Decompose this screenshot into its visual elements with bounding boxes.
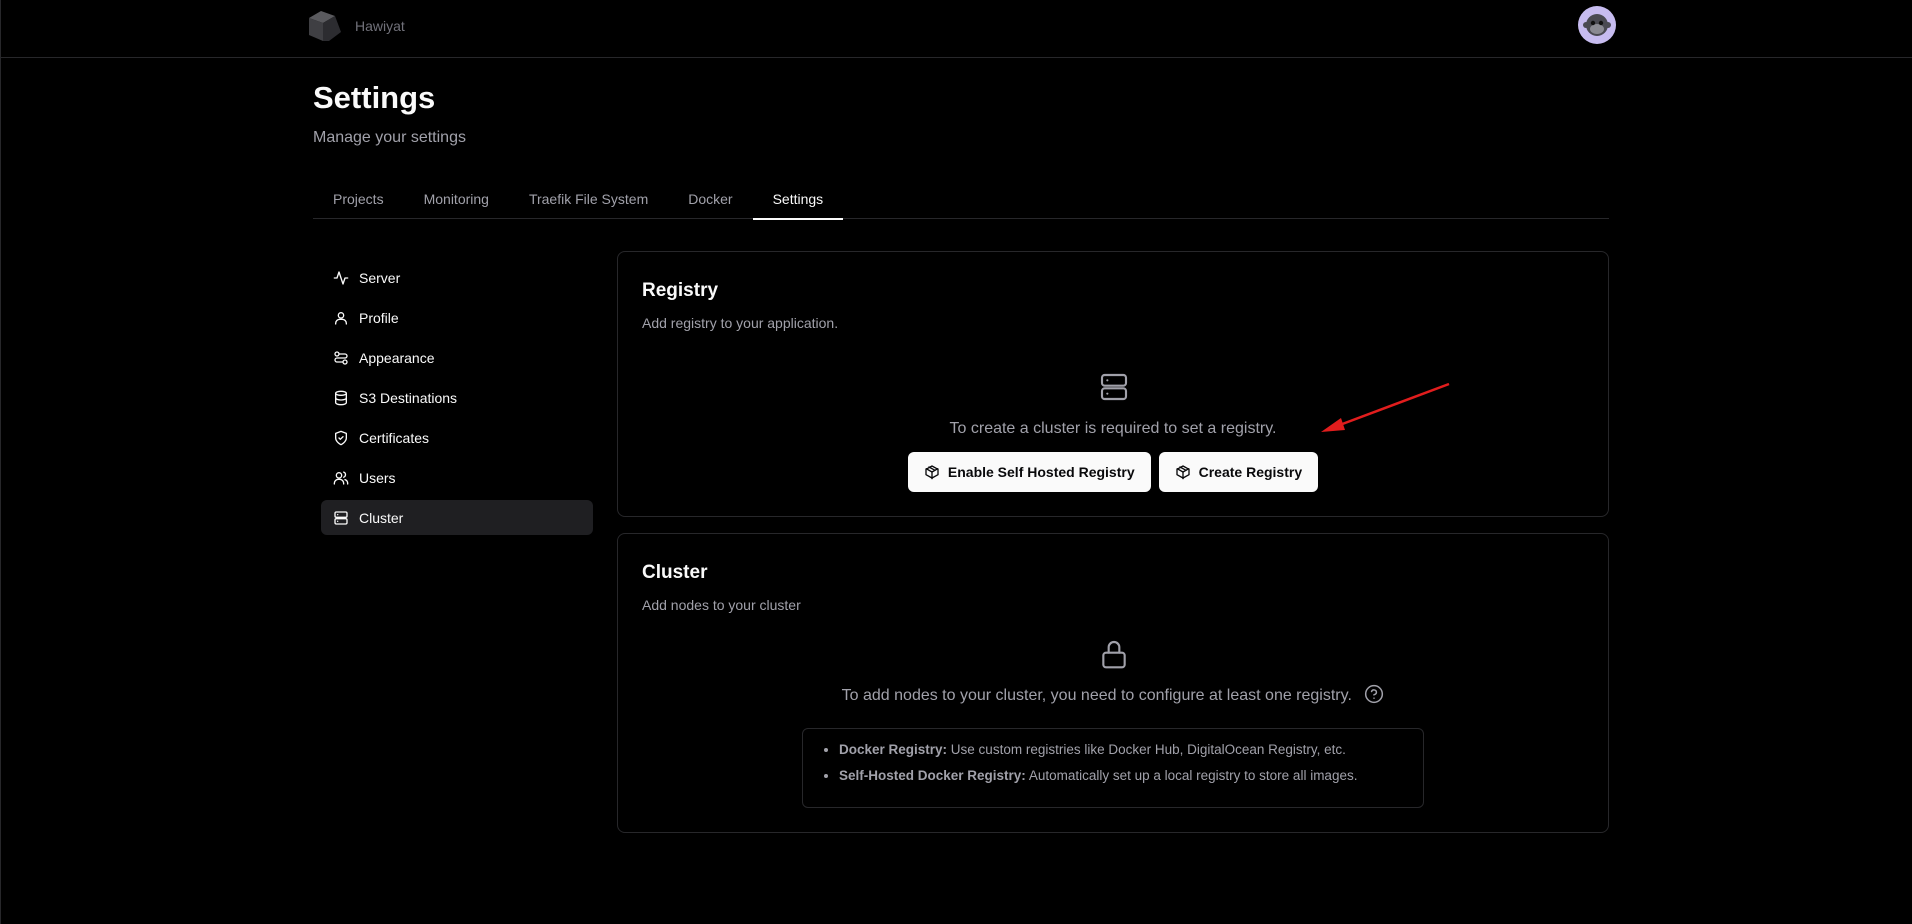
list-item: Self-Hosted Docker Registry: Automatical… xyxy=(839,767,1407,785)
tab-traefik-file-system[interactable]: Traefik File System xyxy=(509,178,668,219)
logo-icon xyxy=(309,11,341,41)
app-name: Hawiyat xyxy=(355,18,405,34)
registry-message: To create a cluster is required to set a… xyxy=(949,420,1277,437)
tab-monitoring[interactable]: Monitoring xyxy=(404,178,509,219)
activity-icon xyxy=(333,270,349,285)
enable-self-hosted-registry-button[interactable]: Enable Self Hosted Registry xyxy=(907,452,1151,492)
sidebar-item-server[interactable]: Server xyxy=(321,260,593,295)
tab-settings[interactable]: Settings xyxy=(752,178,844,220)
bullet-term: Self-Hosted Docker Registry: xyxy=(839,768,1026,783)
server-icon xyxy=(334,510,348,525)
sidebar-item-label: S3 Destinations xyxy=(359,389,458,406)
sidebar-item-label: Users xyxy=(359,469,396,486)
sidebar-item-label: Server xyxy=(359,269,401,286)
tab-projects[interactable]: Projects xyxy=(313,178,404,219)
list-item: Docker Registry: Use custom registries l… xyxy=(839,741,1407,759)
bullet-text: Automatically set up a local registry to… xyxy=(1025,768,1358,783)
sidebar-item-cluster[interactable]: Cluster xyxy=(321,500,593,535)
avatar-icon xyxy=(1583,14,1611,36)
database-icon xyxy=(335,390,347,405)
cluster-message: To add nodes to your cluster, you need t… xyxy=(841,687,1352,705)
sidebar-item-profile[interactable]: Profile xyxy=(321,300,593,335)
tab-docker[interactable]: Docker xyxy=(668,178,752,219)
bullet-text: Use custom registries like Docker Hub, D… xyxy=(947,742,1346,757)
button-label: Create Registry xyxy=(1198,464,1303,480)
create-registry-button[interactable]: Create Registry xyxy=(1158,452,1319,492)
palette-icon xyxy=(334,350,348,365)
registry-actions: Enable Self Hosted Registry Create Regis… xyxy=(618,452,1608,492)
user-icon xyxy=(335,311,347,325)
registry-description: Add registry to your application. xyxy=(642,315,839,331)
registry-title: Registry xyxy=(642,280,719,301)
page-title: Settings xyxy=(313,80,436,115)
avatar[interactable] xyxy=(1578,6,1616,44)
sidebar-item-label: Appearance xyxy=(359,349,435,366)
package-icon xyxy=(925,465,939,480)
shield-check-icon xyxy=(335,430,347,445)
users-icon xyxy=(333,470,349,485)
registry-info-list: Docker Registry: Use custom registries l… xyxy=(802,728,1424,808)
cluster-description: Add nodes to your cluster xyxy=(642,597,801,613)
page-subtitle: Manage your settings xyxy=(313,129,466,146)
sidebar-item-s3-destinations[interactable]: S3 Destinations xyxy=(321,380,593,415)
top-navbar: Hawiyat xyxy=(1,0,1912,58)
sidebar-item-certificates[interactable]: Certificates xyxy=(321,420,593,455)
lock-icon xyxy=(1102,641,1126,669)
sidebar-item-label: Profile xyxy=(359,309,399,326)
bullet-term: Docker Registry: xyxy=(839,742,948,757)
main-tabs: Projects Monitoring Traefik File System … xyxy=(313,178,1609,220)
help-circle-icon[interactable] xyxy=(1364,684,1384,704)
sidebar-item-appearance[interactable]: Appearance xyxy=(321,340,593,375)
app-frame: Hawiyat Settings Manage your settings Pr… xyxy=(0,0,1912,924)
sidebar-item-label: Certificates xyxy=(359,429,430,446)
cluster-message-row: To add nodes to your cluster, you need t… xyxy=(618,684,1608,706)
button-label: Enable Self Hosted Registry xyxy=(947,464,1135,480)
brand[interactable]: Hawiyat xyxy=(305,8,405,44)
sidebar-item-label: Cluster xyxy=(359,509,404,526)
settings-sidebar: Server Profile Appearance S3 Destination… xyxy=(321,260,593,540)
sidebar-item-users[interactable]: Users xyxy=(321,460,593,495)
server-icon xyxy=(1100,373,1128,401)
package-icon xyxy=(1175,465,1190,480)
registry-card: Registry Add registry to your applicatio… xyxy=(617,251,1609,517)
cluster-card: Cluster Add nodes to your cluster To add… xyxy=(617,533,1609,833)
cluster-title: Cluster xyxy=(642,562,708,583)
